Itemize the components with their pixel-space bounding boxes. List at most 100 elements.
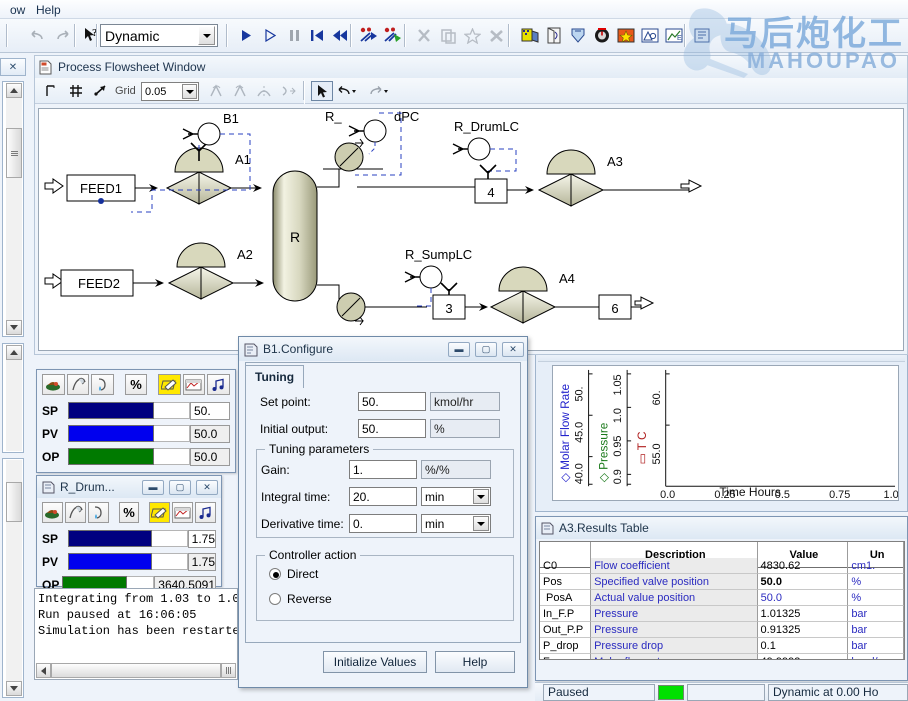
snap-to-grid-icon[interactable] bbox=[89, 81, 111, 101]
rotate-left-icon[interactable] bbox=[205, 81, 227, 101]
table-row[interactable]: PosA Actual value position 50.0 % bbox=[540, 590, 904, 606]
close-button[interactable]: ✕ bbox=[502, 341, 524, 357]
redo-button[interactable] bbox=[50, 23, 74, 48]
faceplate-value-sp[interactable]: 1.75 bbox=[187, 529, 217, 548]
undo-flowsheet-icon[interactable] bbox=[337, 81, 359, 101]
undo-button[interactable] bbox=[26, 23, 50, 48]
cell-value[interactable]: 0.1 bbox=[757, 638, 849, 654]
zoom-icon[interactable] bbox=[638, 23, 662, 48]
scroll-right-button[interactable] bbox=[221, 663, 236, 678]
help-button[interactable]: Help bbox=[435, 651, 515, 673]
set-point-input[interactable]: 50. bbox=[358, 392, 426, 411]
horizontal-scrollbar[interactable] bbox=[36, 663, 236, 678]
gain-input[interactable]: 1. bbox=[349, 460, 417, 479]
select-pointer-icon[interactable] bbox=[311, 81, 333, 101]
run-mode-combo[interactable]: Dynamic bbox=[100, 24, 218, 47]
cell-value[interactable]: 1.01325 bbox=[757, 606, 849, 622]
rotate-right-icon[interactable] bbox=[229, 81, 251, 101]
tune-icon[interactable] bbox=[207, 374, 230, 395]
percent-icon[interactable]: % bbox=[124, 374, 148, 395]
initial-output-input[interactable]: 50. bbox=[358, 419, 426, 438]
snapshots-icon[interactable] bbox=[590, 23, 614, 48]
tab-tuning[interactable]: Tuning bbox=[245, 365, 305, 388]
manual-mode-icon[interactable] bbox=[66, 374, 90, 395]
run-button[interactable] bbox=[234, 23, 258, 48]
cut-button[interactable] bbox=[412, 23, 436, 48]
rewind-button[interactable] bbox=[328, 23, 352, 48]
scrollbar-thumb[interactable] bbox=[6, 482, 22, 522]
cascade-mode-icon[interactable] bbox=[87, 502, 109, 523]
derivative-time-unit-arrow[interactable] bbox=[473, 516, 489, 531]
cell-value[interactable]: 4830.62 bbox=[757, 558, 849, 574]
pause-button[interactable] bbox=[282, 23, 306, 48]
table-row[interactable]: Pos Specified valve position 50.0 % bbox=[540, 574, 904, 590]
trend-icon[interactable] bbox=[172, 502, 194, 523]
cascade-mode-icon[interactable] bbox=[91, 374, 115, 395]
paste-button[interactable] bbox=[460, 23, 484, 48]
trend-icon[interactable] bbox=[182, 374, 206, 395]
radio-direct[interactable]: Direct bbox=[269, 567, 318, 581]
reinitialize-button[interactable] bbox=[305, 23, 329, 48]
derivative-time-unit-combo[interactable]: min bbox=[421, 514, 491, 533]
vertical-scrollbar[interactable] bbox=[6, 460, 22, 696]
results-grid[interactable]: Description Value Un C0 Flow coefficient… bbox=[539, 541, 905, 660]
scroll-down-button[interactable] bbox=[6, 320, 22, 335]
menu-item-window[interactable]: ow bbox=[4, 2, 31, 18]
copy-button[interactable] bbox=[436, 23, 460, 48]
maximize-button[interactable]: ▢ bbox=[169, 479, 191, 495]
grid-size-combo[interactable]: 0.05 bbox=[141, 82, 199, 101]
table-row[interactable]: In_F.P Pressure 1.01325 bar bbox=[540, 606, 904, 622]
flowsheet-canvas[interactable]: FEED1 A1 B1 FEED2 A2 R R_ dPC R_DrumLC 4… bbox=[38, 108, 904, 351]
vertical-scrollbar[interactable] bbox=[6, 345, 22, 451]
maximize-button[interactable]: ▢ bbox=[475, 341, 497, 357]
scroll-left-button[interactable] bbox=[36, 663, 51, 678]
tools-icon[interactable] bbox=[690, 23, 714, 48]
integral-time-unit-arrow[interactable] bbox=[473, 489, 489, 504]
scrollbar-thumb[interactable] bbox=[51, 663, 221, 678]
cell-value[interactable]: 49.9993 bbox=[758, 654, 849, 659]
radio-reverse[interactable]: Reverse bbox=[269, 592, 332, 606]
message-pane[interactable]: Integrating from 1.03 to 1.0 Run paused … bbox=[34, 588, 238, 680]
flip-vertical-icon[interactable] bbox=[253, 81, 275, 101]
model-library-icon[interactable] bbox=[518, 23, 542, 48]
scroll-up-button[interactable] bbox=[6, 83, 22, 98]
faceplate-value-sp[interactable]: 50. bbox=[190, 401, 230, 420]
integral-time-unit-combo[interactable]: min bbox=[421, 487, 491, 506]
flip-horizontal-icon[interactable] bbox=[277, 81, 299, 101]
cell-value[interactable]: 50.0 bbox=[757, 590, 849, 606]
tune-icon[interactable] bbox=[195, 502, 217, 523]
table-row[interactable]: Out_P.P Pressure 0.91325 bar bbox=[540, 622, 904, 638]
close-button[interactable]: ✕ bbox=[196, 479, 218, 495]
grid-size-arrow[interactable] bbox=[182, 84, 197, 99]
table-row[interactable]: C0 Flow coefficient 4830.62 cm1. bbox=[540, 558, 904, 574]
auto-mode-icon[interactable] bbox=[42, 374, 65, 395]
plot-icon[interactable]: E bbox=[662, 23, 686, 48]
dialog-title-bar[interactable]: B1.Configure ▬ ▢ ✕ bbox=[239, 337, 527, 361]
derivative-time-input[interactable]: 0. bbox=[349, 514, 417, 533]
notes-icon[interactable] bbox=[149, 502, 171, 523]
menu-item-help[interactable]: Help bbox=[30, 2, 67, 18]
scrollbar-thumb[interactable] bbox=[6, 128, 22, 178]
manual-mode-icon[interactable] bbox=[64, 502, 86, 523]
grid-toggle-icon[interactable] bbox=[65, 81, 87, 101]
percent-icon[interactable]: % bbox=[118, 502, 140, 523]
initialization-run-icon[interactable] bbox=[356, 23, 380, 48]
explorer-icon[interactable] bbox=[542, 23, 566, 48]
initialize-values-button[interactable]: Initialize Values bbox=[323, 651, 427, 673]
favorites-icon[interactable] bbox=[614, 23, 638, 48]
flowsheet-icon[interactable] bbox=[566, 23, 590, 48]
cell-value[interactable]: 0.91325 bbox=[757, 622, 849, 638]
scroll-up-button[interactable] bbox=[6, 345, 22, 360]
integral-time-input[interactable]: 20. bbox=[349, 487, 417, 506]
delete-button[interactable] bbox=[484, 23, 508, 48]
snapshot-run-icon[interactable] bbox=[380, 23, 404, 48]
vertical-scrollbar[interactable] bbox=[6, 83, 22, 335]
left-panel-close-button[interactable]: ✕ bbox=[0, 58, 26, 76]
notes-icon[interactable] bbox=[157, 374, 181, 395]
run-mode-arrow[interactable] bbox=[198, 26, 215, 45]
scroll-down-button[interactable] bbox=[6, 681, 22, 696]
table-row[interactable]: P_drop Pressure drop 0.1 bar bbox=[540, 638, 904, 654]
auto-mode-icon[interactable] bbox=[42, 502, 63, 523]
table-row[interactable]: F_ Molar flow rate 49.9993 kmol/ bbox=[540, 654, 904, 659]
step-button[interactable] bbox=[258, 23, 282, 48]
